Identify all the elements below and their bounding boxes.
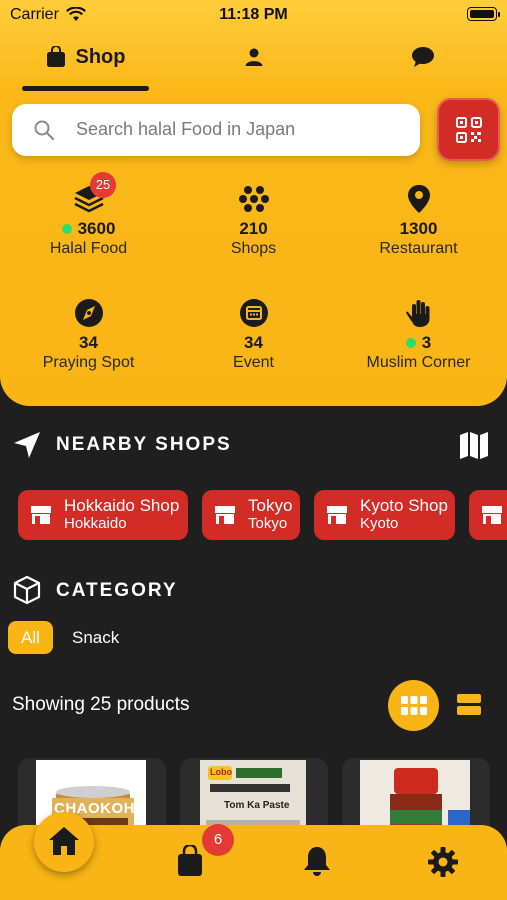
stat-halal-food[interactable]: 3600 Halal Food	[4, 184, 173, 258]
home-icon	[49, 827, 79, 855]
qr-code-icon	[456, 117, 482, 143]
nearby-shops-title: NEARBY SHOPS	[56, 434, 232, 455]
shop-city: Hokkaido	[64, 515, 127, 532]
status-bar: Carrier 11:18 PM	[0, 6, 507, 26]
stat-label: Event	[233, 354, 274, 371]
tab-chat[interactable]	[383, 42, 463, 72]
shop-name: Kyoto Shop	[360, 496, 448, 515]
product-brand-text: Lobo	[210, 767, 232, 777]
store-icon	[482, 506, 502, 524]
product-image-text: Tom Ka Paste	[224, 800, 290, 811]
stat-value: 3600	[77, 219, 116, 238]
stat-value: 3	[421, 333, 432, 352]
stat-restaurant[interactable]: 1300 Restaurant	[334, 184, 503, 258]
gear-icon[interactable]	[428, 847, 458, 877]
stat-praying-spot[interactable]: 34 Praying Spot	[4, 298, 173, 372]
stat-value: 34	[79, 333, 98, 352]
bag-icon[interactable]	[176, 845, 204, 877]
products-count-text: Showing 25 products	[12, 694, 190, 715]
bell-icon[interactable]	[302, 845, 332, 877]
shop-name: Tokyo	[248, 496, 293, 515]
nearby-shop-chip[interactable]: Kyoto Shop Kyoto	[314, 490, 455, 540]
stat-label: Muslim Corner	[366, 354, 471, 371]
halal-food-badge: 25	[90, 172, 116, 198]
map-icon[interactable]	[458, 430, 490, 460]
nearby-shop-chip[interactable]: Hokkaido Shop Hokkaido	[18, 490, 188, 540]
stat-value: 34	[244, 333, 263, 352]
grid-icon	[401, 696, 427, 715]
stat-label: Restaurant	[379, 240, 458, 257]
grid-view-button[interactable]	[388, 680, 439, 731]
navigation-arrow-icon	[14, 432, 40, 458]
qr-scan-button[interactable]	[437, 98, 500, 161]
filter-all-chip[interactable]: All	[8, 621, 53, 654]
category-title: CATEGORY	[56, 580, 178, 601]
box-icon	[13, 575, 41, 605]
chat-bubble-icon	[412, 47, 434, 67]
nearby-shop-chip[interactable]: Tokyo Tokyo	[202, 490, 300, 540]
store-icon	[31, 506, 51, 524]
home-button[interactable]	[34, 812, 94, 872]
active-tab-indicator	[22, 86, 149, 91]
search-input[interactable]: Search halal Food in Japan	[76, 119, 295, 140]
location-pin-icon	[407, 185, 430, 213]
shop-city: Kyoto	[360, 515, 399, 532]
store-icon	[327, 506, 347, 524]
tab-profile[interactable]	[214, 42, 294, 72]
nearby-shop-chip-partial[interactable]	[469, 490, 507, 540]
hand-icon	[405, 300, 429, 327]
stat-value: 210	[239, 219, 268, 238]
dots-cluster-icon	[238, 186, 269, 212]
status-time: 11:18 PM	[219, 6, 288, 23]
cart-badge: 6	[202, 824, 234, 856]
person-icon	[245, 48, 263, 66]
online-dot	[61, 224, 72, 234]
calendar-icon	[239, 299, 268, 327]
tab-shop[interactable]: Shop	[22, 42, 149, 72]
stat-value: 1300	[399, 219, 438, 238]
list-view-icon[interactable]	[457, 694, 481, 716]
stat-label: Praying Spot	[42, 354, 135, 371]
search-icon	[34, 120, 54, 140]
search-bar[interactable]: Search halal Food in Japan	[12, 104, 420, 156]
battery-icon	[467, 7, 500, 21]
shop-city: Tokyo	[248, 515, 288, 532]
stat-label: Shops	[230, 240, 277, 257]
stat-event[interactable]: 34 Event	[169, 298, 338, 372]
tab-shop-label: Shop	[75, 45, 126, 68]
stat-muslim-corner[interactable]: 3 Muslim Corner	[334, 298, 503, 372]
online-dot	[405, 338, 416, 348]
filter-snack-chip[interactable]: Snack	[72, 628, 119, 648]
shopping-bag-icon	[46, 46, 65, 67]
stat-label: Halal Food	[49, 240, 128, 257]
compass-icon	[74, 299, 103, 327]
shop-name: Hokkaido Shop	[64, 496, 180, 515]
store-icon	[215, 506, 235, 524]
stat-shops[interactable]: 210 Shops	[169, 184, 338, 258]
